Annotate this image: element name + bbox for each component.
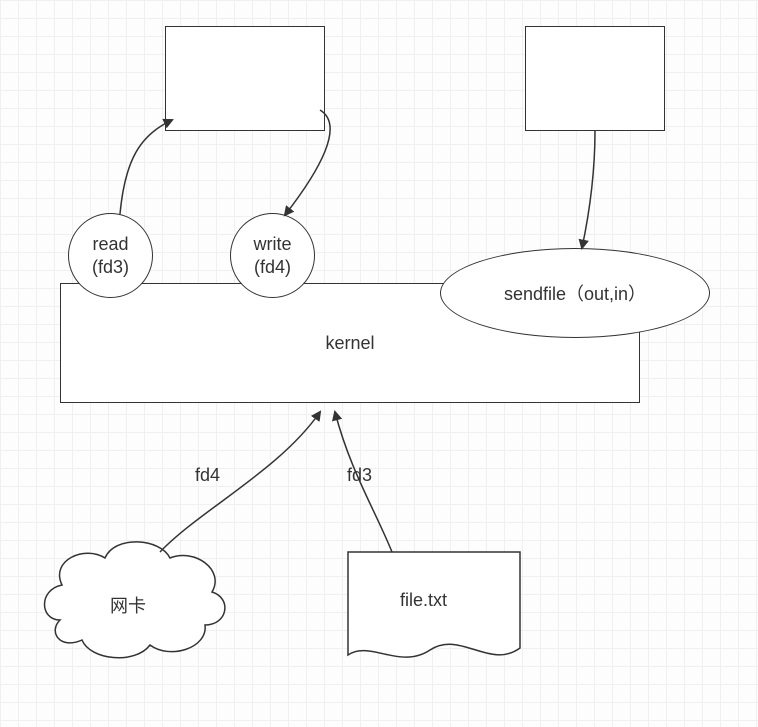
kernel-label: kernel: [325, 333, 374, 354]
read-label: read (fd3): [92, 233, 129, 278]
nic-label: 网卡: [110, 592, 146, 618]
box-top-left: [165, 26, 325, 131]
read-fd3: read (fd3): [68, 213, 153, 298]
write-fd4: write (fd4): [230, 213, 315, 298]
sendfile-node: sendfile（out,in）: [440, 248, 710, 338]
fd3-label: fd3: [347, 465, 372, 486]
fd4-label: fd4: [195, 465, 220, 486]
write-label: write (fd4): [253, 233, 291, 278]
sendfile-label: sendfile（out,in）: [504, 280, 646, 306]
box-top-right: [525, 26, 665, 131]
file-label: file.txt: [400, 590, 447, 611]
